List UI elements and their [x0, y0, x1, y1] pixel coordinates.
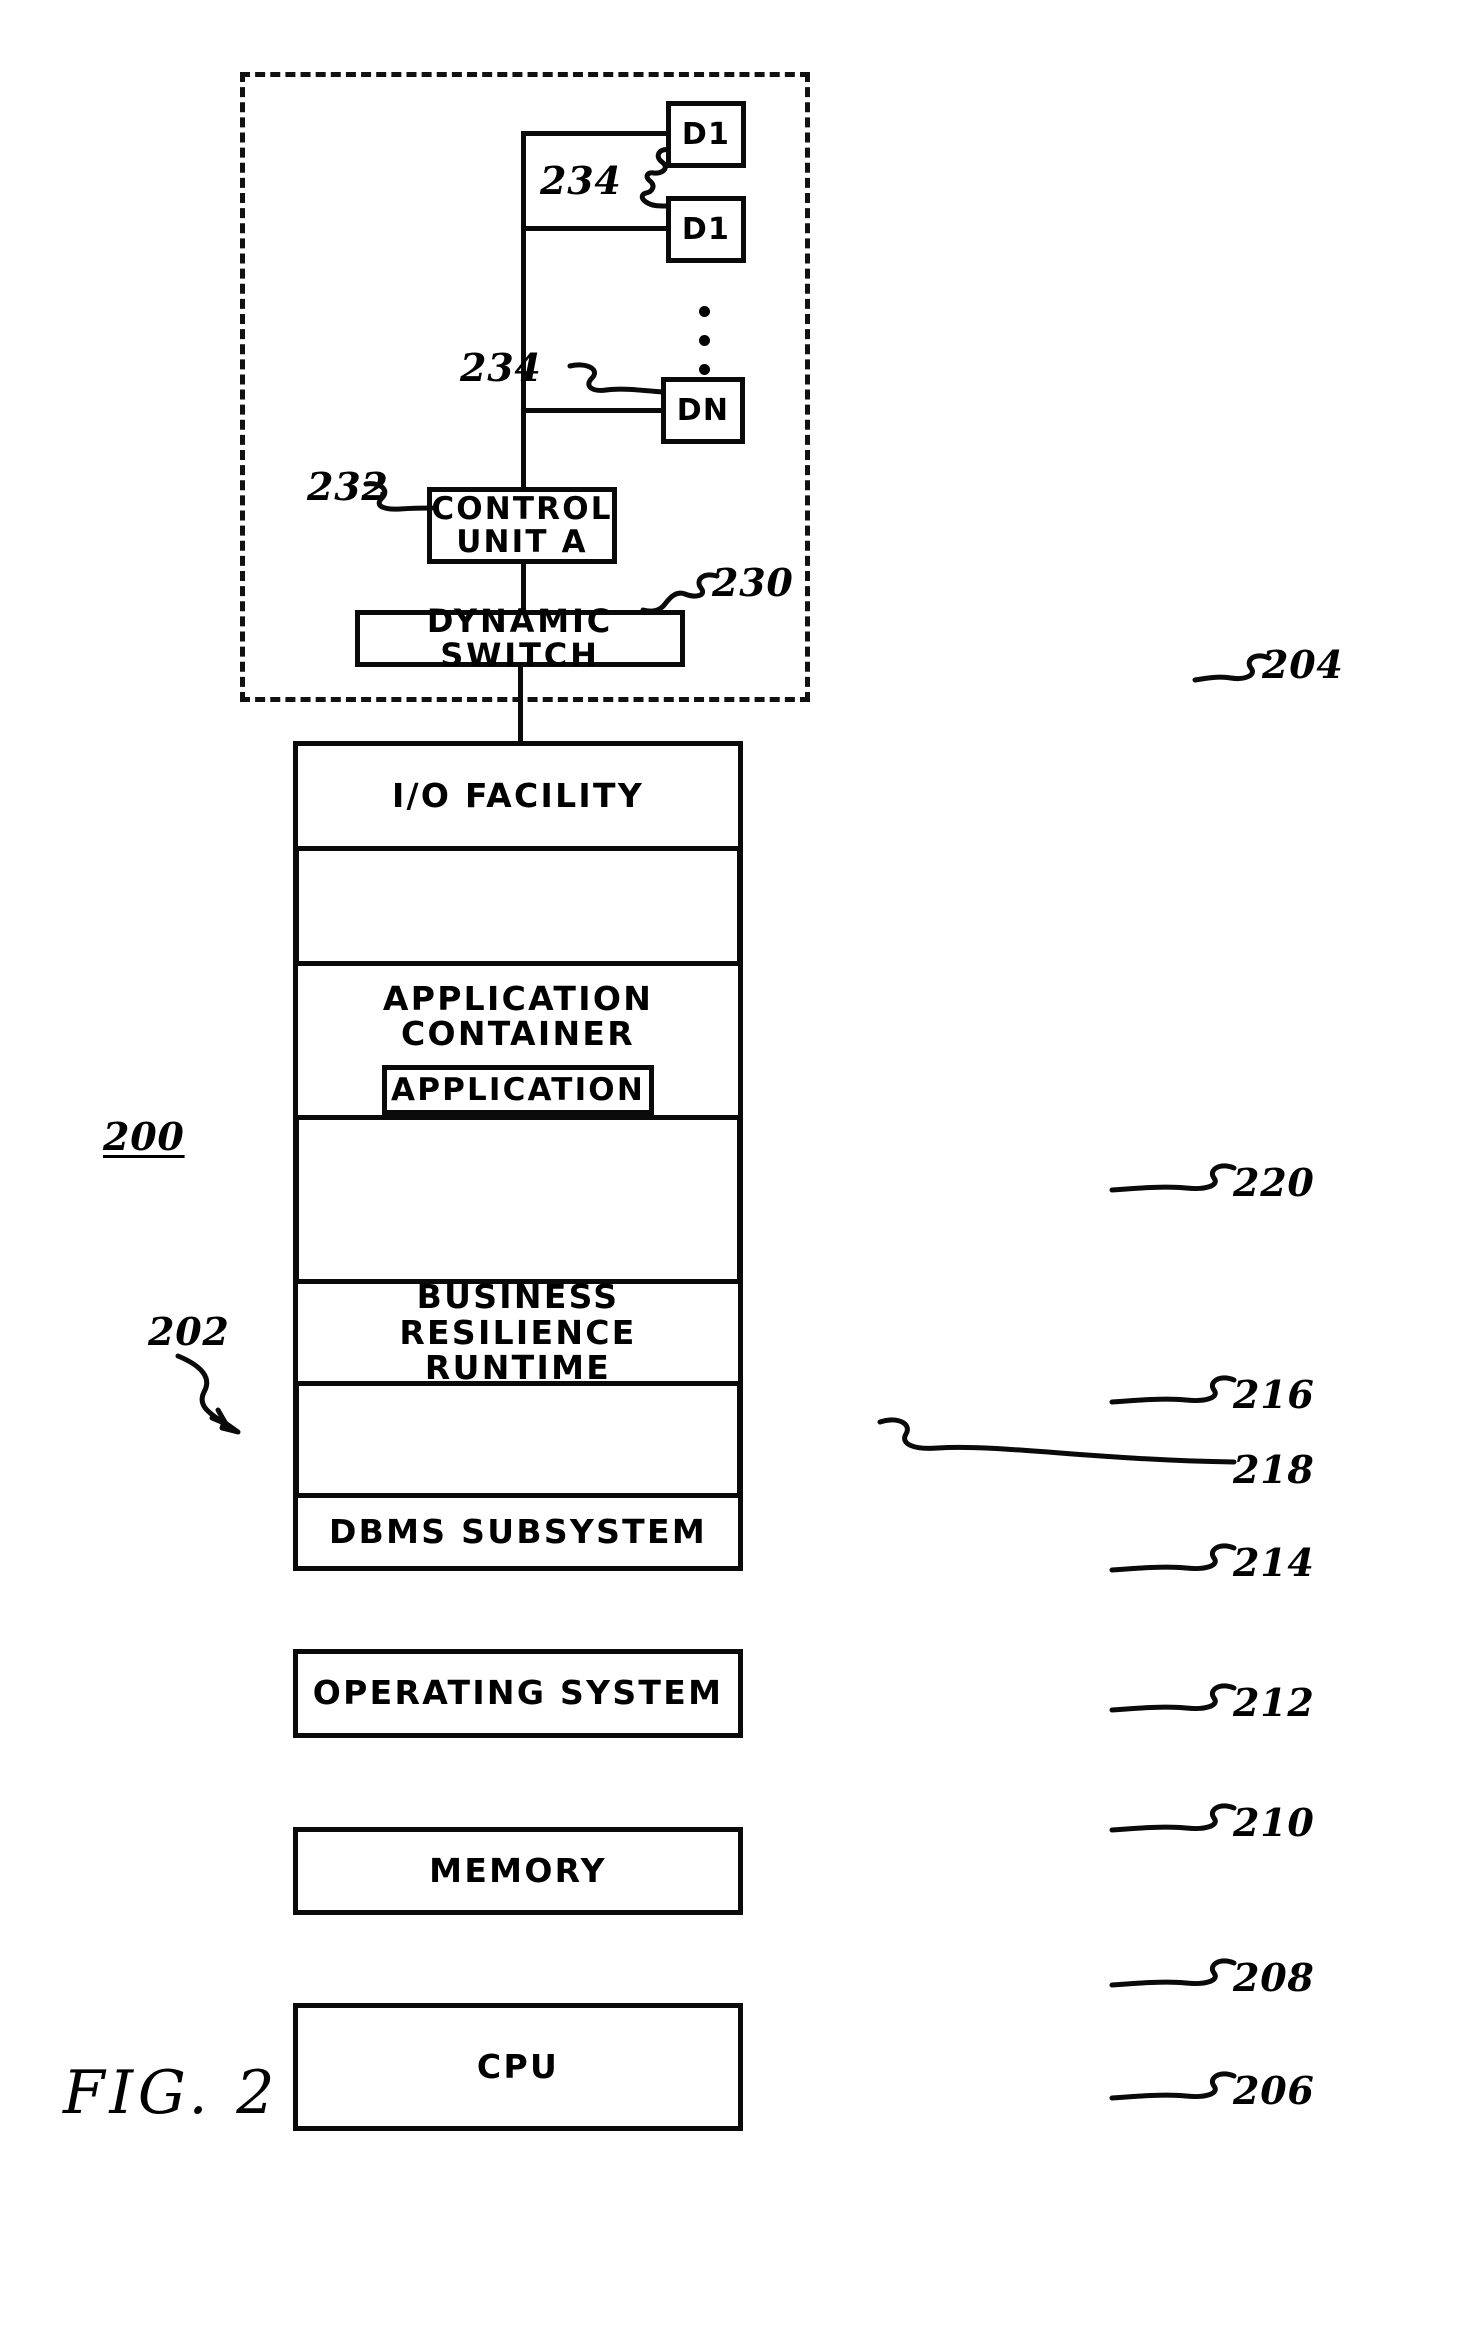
stack-row-label: MEMORY [429, 1850, 607, 1890]
ref-label-206: 206 [1233, 2068, 1315, 2113]
ellipsis-dot [699, 364, 710, 375]
application-box[interactable]: APPLICATION [382, 1065, 654, 1115]
ref-leader-220 [1109, 1163, 1237, 1193]
ref-leader-202-arrow [175, 1353, 241, 1435]
ref-label-216: 216 [1233, 1372, 1315, 1417]
ellipsis-dot [699, 335, 710, 346]
ref-leader-210 [1109, 1803, 1237, 1833]
ref-text: 212 [1233, 1680, 1315, 1725]
ref-label-230: 230 [712, 560, 794, 605]
ref-text: 206 [1233, 2068, 1315, 2113]
ref-label-212: 212 [1233, 1680, 1315, 1725]
ellipsis-dot [699, 306, 710, 317]
control-unit-label: CONTROL UNIT A [431, 490, 613, 560]
device-bus-vertical [521, 131, 526, 488]
ref-label-200: 200 [103, 1114, 185, 1159]
control-unit-box[interactable]: CONTROL UNIT A [427, 487, 617, 564]
ref-leader-204 [1192, 653, 1272, 683]
ref-label-234-upper: 234 [540, 158, 622, 203]
ref-leader-212 [1109, 1683, 1237, 1713]
stack-row-label: CPU [476, 2046, 560, 2086]
stack-row-io-facility[interactable]: I/O FACILITY [293, 741, 743, 851]
device-box-dn[interactable]: DN [661, 377, 745, 444]
figure-caption-text: FIG. 2 [63, 2058, 280, 2128]
ref-label-234-lower: 234 [460, 345, 542, 390]
ref-text: 218 [1233, 1447, 1315, 1492]
ref-text: 214 [1233, 1540, 1315, 1585]
application-label: APPLICATION [391, 1071, 645, 1108]
ref-label-204: 204 [1262, 642, 1344, 687]
ref-label-220: 220 [1233, 1160, 1315, 1205]
dynamic-switch-box[interactable]: DYNAMIC SWITCH [355, 604, 685, 671]
ref-text: 230 [712, 560, 794, 605]
device-label: DN [676, 392, 730, 428]
ref-label-210: 210 [1233, 1800, 1315, 1845]
figure-caption: FIG. 2 [63, 2058, 279, 2128]
ref-text: 220 [1233, 1160, 1315, 1205]
stack-row-operating-system[interactable]: OPERATING SYSTEM [293, 1649, 743, 1738]
stack-row-label: APPLICATION CONTAINER [382, 979, 654, 1053]
ref-text: 208 [1233, 1955, 1315, 2000]
device-branch-line-n [521, 408, 664, 413]
ref-text: 204 [1262, 642, 1344, 687]
stack-row-memory[interactable]: MEMORY [293, 1827, 743, 1915]
ref-leader-230 [640, 572, 720, 614]
figure-page: D1 D1 DN CONTROL UNIT A DYNAMIC SWITCH I… [0, 0, 1470, 2333]
ref-leader-232 [363, 481, 435, 512]
ref-leader-214 [1109, 1543, 1237, 1573]
ref-leader-234-upper [639, 147, 671, 209]
ref-text: 234 [460, 345, 542, 390]
ref-label-218: 218 [1233, 1447, 1315, 1492]
stack-row-label: DBMS SUBSYSTEM [328, 1511, 708, 1551]
switch-to-host-line [518, 665, 523, 743]
stack-row-label: BUSINESS RESILIENCE RUNTIME [399, 1277, 637, 1388]
ref-label-202: 202 [148, 1309, 230, 1354]
ref-leader-234-lower [567, 362, 665, 395]
ref-text: 210 [1233, 1800, 1315, 1845]
ref-leader-206 [1109, 2071, 1237, 2101]
stack-row-application-container[interactable]: APPLICATION CONTAINER APPLICATION [293, 961, 743, 1120]
stack-row-business-resilience-runtime[interactable]: BUSINESS RESILIENCE RUNTIME [293, 1279, 743, 1386]
device-ellipsis [699, 297, 710, 384]
dynamic-switch-label: DYNAMIC SWITCH [426, 601, 614, 674]
ref-leader-208 [1109, 1958, 1237, 1988]
ref-text: 202 [148, 1309, 230, 1354]
stack-row-cpu[interactable]: CPU [293, 2003, 743, 2131]
ref-label-208: 208 [1233, 1955, 1315, 2000]
ref-leader-218 [877, 1417, 1237, 1465]
ref-text: 234 [540, 158, 622, 203]
ref-text: 200 [103, 1114, 185, 1159]
stack-row-label: I/O FACILITY [391, 775, 645, 815]
ref-label-214: 214 [1233, 1540, 1315, 1585]
device-branch-line-1 [521, 131, 669, 136]
stack-row-dbms-subsystem[interactable]: DBMS SUBSYSTEM [293, 1493, 743, 1571]
ref-text: 216 [1233, 1372, 1315, 1417]
stack-row-label: OPERATING SYSTEM [312, 1673, 724, 1713]
